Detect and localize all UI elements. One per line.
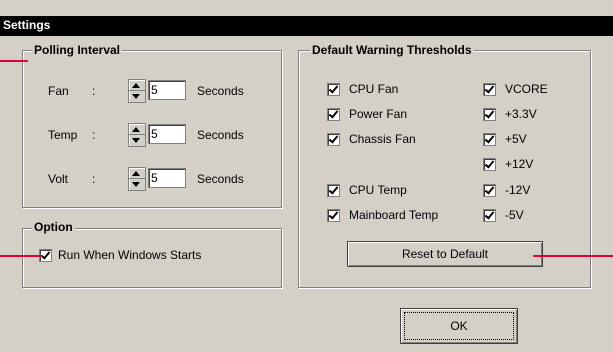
fan-label: Fan: [48, 84, 69, 98]
spin-down-icon[interactable]: [132, 138, 140, 143]
spin-down-icon[interactable]: [132, 182, 140, 187]
minus-5v-label[interactable]: -5V: [505, 208, 524, 222]
plus-12v-label[interactable]: +12V: [505, 157, 533, 171]
volt-label: Volt: [48, 172, 69, 186]
chassis-fan-checkbox[interactable]: [327, 133, 340, 146]
volt-colon: :: [92, 172, 96, 186]
temp-unit-label: Seconds: [197, 128, 244, 142]
cpu-temp-checkbox[interactable]: [327, 184, 340, 197]
warning-thresholds-legend: Default Warning Thresholds: [310, 43, 474, 57]
window-title: Settings: [3, 18, 51, 32]
chassis-fan-label[interactable]: Chassis Fan: [349, 132, 416, 146]
volt-unit-label: Seconds: [197, 172, 244, 186]
plus-5v-checkbox[interactable]: [483, 133, 496, 146]
plus-3v3-label[interactable]: +3.3V: [505, 107, 537, 121]
volt-spinner[interactable]: [128, 167, 146, 191]
polling-interval-legend: Polling Interval: [32, 43, 123, 57]
ok-button[interactable]: OK: [400, 308, 518, 344]
volt-interval-input[interactable]: 5: [148, 168, 186, 188]
spin-up-icon[interactable]: [132, 83, 140, 88]
mainboard-temp-checkbox[interactable]: [327, 209, 340, 222]
option-legend: Option: [32, 220, 75, 234]
spin-up-icon[interactable]: [132, 171, 140, 176]
power-fan-label[interactable]: Power Fan: [349, 107, 407, 121]
spin-down-icon[interactable]: [132, 94, 140, 99]
power-fan-checkbox[interactable]: [327, 108, 340, 121]
vcore-label[interactable]: VCORE: [505, 82, 548, 96]
cpu-temp-label[interactable]: CPU Temp: [349, 183, 407, 197]
vcore-checkbox[interactable]: [483, 83, 496, 96]
plus-3v3-checkbox[interactable]: [483, 108, 496, 121]
minus-5v-checkbox[interactable]: [483, 209, 496, 222]
minus-12v-label[interactable]: -12V: [505, 183, 530, 197]
annotation-line-option: [0, 255, 42, 257]
fan-colon: :: [92, 84, 96, 98]
run-when-windows-starts-label[interactable]: Run When Windows Starts: [58, 248, 201, 262]
spin-up-icon[interactable]: [132, 127, 140, 132]
settings-window: Settings Polling Interval Fan : 5 Second…: [0, 0, 613, 352]
title-bar[interactable]: Settings: [0, 16, 613, 36]
plus-12v-checkbox[interactable]: [483, 158, 496, 171]
temp-spinner[interactable]: [128, 123, 146, 147]
annotation-line-reset: [533, 255, 613, 257]
temp-label: Temp: [48, 128, 78, 142]
mainboard-temp-label[interactable]: Mainboard Temp: [349, 208, 438, 222]
minus-12v-checkbox[interactable]: [483, 184, 496, 197]
temp-interval-input[interactable]: 5: [148, 124, 186, 144]
dialog-body: Polling Interval Fan : 5 Seconds Temp : …: [0, 36, 613, 352]
cpu-fan-label[interactable]: CPU Fan: [349, 82, 398, 96]
fan-interval-input[interactable]: 5: [148, 80, 186, 100]
reset-to-default-label: Reset to Default: [401, 247, 489, 261]
plus-5v-label[interactable]: +5V: [505, 132, 527, 146]
reset-to-default-button[interactable]: Reset to Default: [347, 241, 543, 267]
fan-unit-label: Seconds: [197, 84, 244, 98]
temp-colon: :: [92, 128, 96, 142]
fan-spinner[interactable]: [128, 79, 146, 103]
annotation-line-polling: [0, 60, 28, 62]
cpu-fan-checkbox[interactable]: [327, 83, 340, 96]
